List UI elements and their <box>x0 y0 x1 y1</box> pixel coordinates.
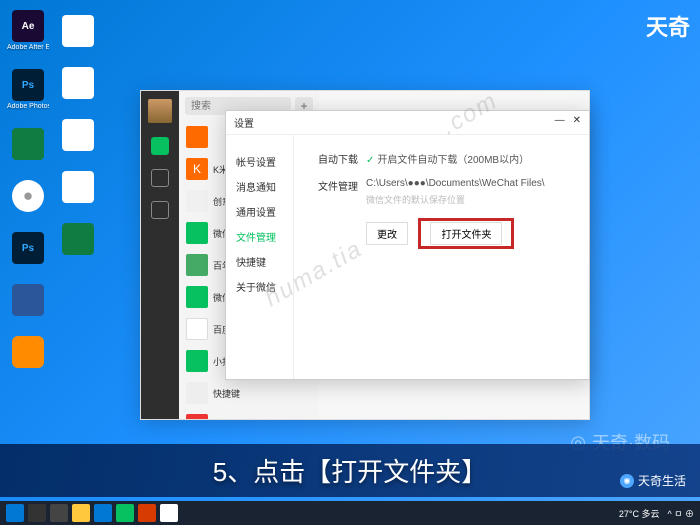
favorites-icon[interactable] <box>151 201 169 219</box>
taskbar: 27°C 多云 ^ ㅁ ⊕ <box>0 501 700 525</box>
desktop-icon[interactable]: PsAdobe Photoshop <box>8 69 48 110</box>
file-mgmt-label: 文件管理 <box>308 178 358 206</box>
dialog-title: 设置 <box>234 115 254 130</box>
brand-bottom: ◉天奇生活 <box>620 472 686 489</box>
settings-dialog: 设置 — ✕ 帐号设置 消息通知 通用设置 文件管理 快捷键 关于微信 自动下载 … <box>225 110 590 380</box>
desktop-icon[interactable]: Ps <box>8 232 48 266</box>
checkbox-icon[interactable]: ✓ <box>366 155 374 166</box>
taskbar-app-icon[interactable] <box>138 504 156 522</box>
dialog-titlebar: 设置 — ✕ <box>226 111 589 135</box>
desktop-icon[interactable] <box>58 67 98 99</box>
instruction-text: 5、点击【打开文件夹】 <box>0 452 700 489</box>
change-button[interactable]: 更改 <box>366 222 408 245</box>
highlight-annotation: 打开文件夹 <box>418 218 514 249</box>
settings-menu-about[interactable]: 关于微信 <box>226 274 293 299</box>
desktop-icons-col2 <box>58 15 98 255</box>
desktop-icon[interactable] <box>58 119 98 151</box>
contacts-icon[interactable] <box>151 169 169 187</box>
desktop-icons-col1: AeAdobe After Effects 2020 PsAdobe Photo… <box>8 10 48 370</box>
taskbar-explorer-icon[interactable] <box>72 504 90 522</box>
instruction-banner: 5、点击【打开文件夹】 <box>0 444 700 497</box>
taskbar-search-icon[interactable] <box>28 504 46 522</box>
desktop-icon[interactable] <box>8 284 48 318</box>
auto-download-label: 自动下载 <box>308 151 358 166</box>
chat-item[interactable]: 中国移动和俱乐部 <box>179 409 319 419</box>
path-note: 微信文件的默认保存位置 <box>366 193 575 206</box>
file-path: C:\Users\●●●\Documents\WeChat Files\ <box>366 178 575 189</box>
settings-menu-files[interactable]: 文件管理 <box>226 224 293 249</box>
desktop-icon[interactable]: AeAdobe After Effects 2020 <box>8 10 48 51</box>
settings-menu-account[interactable]: 帐号设置 <box>226 149 293 174</box>
auto-download-desc: 开启文件自动下载（200MB以内） <box>377 155 529 166</box>
desktop-icon[interactable] <box>58 223 98 255</box>
desktop-icon[interactable] <box>8 128 48 162</box>
open-folder-button[interactable]: 打开文件夹 <box>430 222 502 245</box>
taskbar-edge-icon[interactable] <box>94 504 112 522</box>
desktop-icon[interactable] <box>58 171 98 203</box>
start-button[interactable] <box>6 504 24 522</box>
taskbar-wechat-icon[interactable] <box>116 504 134 522</box>
chat-icon[interactable] <box>151 137 169 155</box>
close-icon[interactable]: ✕ <box>573 115 581 126</box>
minimize-icon[interactable]: — <box>555 115 565 126</box>
desktop-icon[interactable] <box>8 336 48 370</box>
settings-content: 自动下载 ✓开启文件自动下载（200MB以内） 文件管理 C:\Users\●●… <box>294 135 589 379</box>
taskbar-app-icon[interactable] <box>50 504 68 522</box>
taskbar-app-icon[interactable] <box>160 504 178 522</box>
system-tray[interactable]: 27°C 多云 ^ ㅁ ⊕ <box>619 507 694 520</box>
settings-menu-general[interactable]: 通用设置 <box>226 199 293 224</box>
chat-item[interactable]: 快捷键 <box>179 377 319 409</box>
desktop-icon[interactable]: ⬤ <box>8 180 48 214</box>
weather-widget[interactable]: 27°C 多云 <box>619 507 660 520</box>
settings-menu-shortcut[interactable]: 快捷键 <box>226 249 293 274</box>
desktop-icon[interactable] <box>58 15 98 47</box>
user-avatar[interactable] <box>148 99 172 123</box>
settings-menu-notify[interactable]: 消息通知 <box>226 174 293 199</box>
brand-topright: 天奇 <box>646 10 690 42</box>
wechat-sidebar <box>141 91 179 419</box>
settings-menu: 帐号设置 消息通知 通用设置 文件管理 快捷键 关于微信 <box>226 135 294 379</box>
